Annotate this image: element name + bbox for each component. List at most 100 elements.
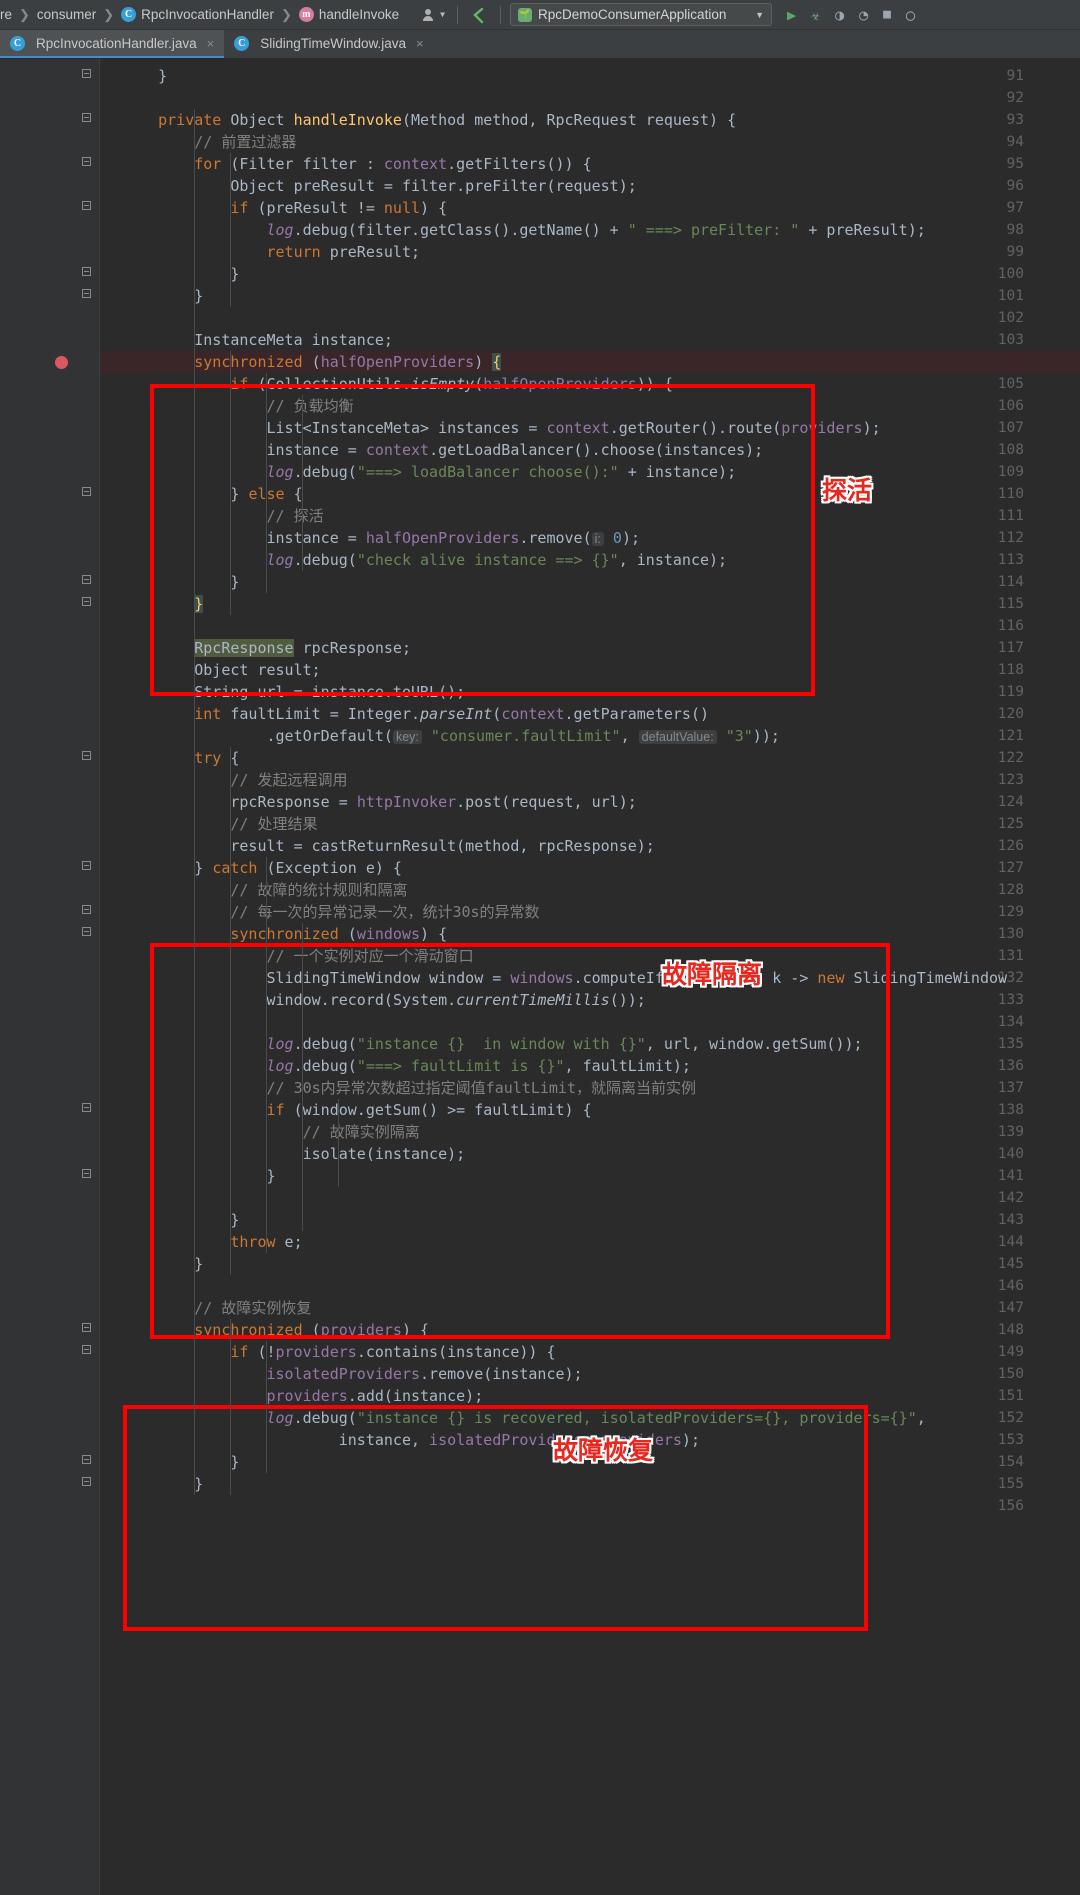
code-line[interactable] <box>100 307 1080 329</box>
fold-toggle-icon[interactable] <box>80 747 92 769</box>
code-line[interactable]: // 处理结果 <box>100 813 1080 835</box>
code-line[interactable]: } <box>100 1253 1080 1275</box>
run-button[interactable]: ▶ <box>784 4 799 26</box>
run-coverage-button[interactable]: ◑ <box>832 4 847 26</box>
close-icon[interactable]: × <box>416 36 424 51</box>
code-line[interactable]: isolatedProviders.remove(instance); <box>100 1363 1080 1385</box>
code-line[interactable]: } <box>100 263 1080 285</box>
code-line[interactable]: Object result; <box>100 659 1080 681</box>
code-line[interactable]: String url = instance.toURL(); <box>100 681 1080 703</box>
code-line[interactable] <box>100 615 1080 637</box>
fold-toggle-icon[interactable] <box>80 1473 92 1495</box>
code-line[interactable]: for (Filter filter : context.getFilters(… <box>100 153 1080 175</box>
code-line[interactable]: // 前置过滤器 <box>100 131 1080 153</box>
fold-toggle-icon[interactable] <box>80 901 92 923</box>
code-line[interactable]: isolate(instance); <box>100 1143 1080 1165</box>
fold-toggle-icon[interactable] <box>80 197 92 219</box>
code-line[interactable]: log.debug("instance {} is recovered, iso… <box>100 1407 1080 1429</box>
code-line[interactable]: // 探活 <box>100 505 1080 527</box>
code-text-area[interactable]: } private Object handleInvoke(Method met… <box>100 59 1080 1895</box>
run-configuration-selector[interactable]: 🌱 RpcDemoConsumerApplication ▼ <box>510 3 772 26</box>
fold-toggle-icon[interactable] <box>80 571 92 593</box>
code-line[interactable]: log.debug(filter.getClass().getName() + … <box>100 219 1080 241</box>
breadcrumb-item-class[interactable]: RpcInvocationHandler <box>141 7 274 22</box>
code-line[interactable]: log.debug("instance {} in window with {}… <box>100 1033 1080 1055</box>
code-line[interactable]: synchronized (providers) { <box>100 1319 1080 1341</box>
code-line[interactable]: if (preResult != null) { <box>100 197 1080 219</box>
code-line[interactable]: List<InstanceMeta> instances = context.g… <box>100 417 1080 439</box>
code-line[interactable]: window.record(System.currentTimeMillis()… <box>100 989 1080 1011</box>
code-line[interactable]: } <box>100 1209 1080 1231</box>
fold-toggle-icon[interactable] <box>80 285 92 307</box>
code-line[interactable]: synchronized (halfOpenProviders) { <box>100 351 1080 373</box>
code-line[interactable]: private Object handleInvoke(Method metho… <box>100 109 1080 131</box>
user-profiler-icon[interactable]: ▼ <box>419 4 448 26</box>
code-line[interactable]: RpcResponse rpcResponse; <box>100 637 1080 659</box>
code-line[interactable]: } <box>100 285 1080 307</box>
breakpoint-marker[interactable] <box>55 356 68 369</box>
chevron-down-icon[interactable]: ▼ <box>755 10 764 20</box>
tab-slidingtimewindow[interactable]: C SlidingTimeWindow.java × <box>224 30 433 58</box>
fold-toggle-icon[interactable] <box>80 857 92 879</box>
code-line[interactable]: // 故障实例恢复 <box>100 1297 1080 1319</box>
fold-toggle-icon[interactable] <box>80 153 92 175</box>
code-line[interactable]: if (CollectionUtils.isEmpty(halfOpenProv… <box>100 373 1080 395</box>
code-line[interactable] <box>100 1187 1080 1209</box>
code-line[interactable]: InstanceMeta instance; <box>100 329 1080 351</box>
code-line[interactable]: throw e; <box>100 1231 1080 1253</box>
code-line[interactable]: if (!providers.contains(instance)) { <box>100 1341 1080 1363</box>
code-line[interactable]: } <box>100 593 1080 615</box>
code-line[interactable]: instance = halfOpenProviders.remove(i: 0… <box>100 527 1080 549</box>
code-line[interactable]: Object preResult = filter.preFilter(requ… <box>100 175 1080 197</box>
fold-toggle-icon[interactable] <box>80 65 92 87</box>
stop-button[interactable]: ■ <box>880 4 894 26</box>
code-line[interactable]: log.debug("===> faultLimit is {}", fault… <box>100 1055 1080 1077</box>
fold-toggle-icon[interactable] <box>80 1165 92 1187</box>
breadcrumb-item-consumer[interactable]: consumer <box>37 7 96 22</box>
code-line[interactable]: } catch (Exception e) { <box>100 857 1080 879</box>
debug-button[interactable]: ☣ <box>808 4 823 26</box>
code-line[interactable] <box>100 87 1080 109</box>
fold-toggle-icon[interactable] <box>80 1451 92 1473</box>
code-line[interactable]: // 故障的统计规则和隔离 <box>100 879 1080 901</box>
code-line[interactable]: // 一个实例对应一个滑动窗口 <box>100 945 1080 967</box>
back-arrow-icon[interactable] <box>467 4 491 26</box>
fold-toggle-icon[interactable] <box>80 923 92 945</box>
code-line[interactable]: // 每一次的异常记录一次，统计30s的异常数 <box>100 901 1080 923</box>
fold-toggle-icon[interactable] <box>80 1099 92 1121</box>
code-line[interactable]: return preResult; <box>100 241 1080 263</box>
close-icon[interactable]: × <box>207 36 215 51</box>
code-line[interactable]: // 负载均衡 <box>100 395 1080 417</box>
code-line[interactable]: rpcResponse = httpInvoker.post(request, … <box>100 791 1080 813</box>
editor-gutter[interactable] <box>0 59 100 1895</box>
fold-toggle-icon[interactable] <box>80 593 92 615</box>
code-line[interactable]: result = castReturnResult(method, rpcRes… <box>100 835 1080 857</box>
fold-toggle-icon[interactable] <box>80 483 92 505</box>
code-line[interactable]: } else { <box>100 483 1080 505</box>
code-line[interactable] <box>100 1495 1080 1517</box>
fold-toggle-icon[interactable] <box>80 1341 92 1363</box>
code-line[interactable]: // 故障实例隔离 <box>100 1121 1080 1143</box>
code-line[interactable]: } <box>100 571 1080 593</box>
code-line[interactable]: instance = context.getLoadBalancer().cho… <box>100 439 1080 461</box>
fold-toggle-icon[interactable] <box>80 263 92 285</box>
code-line[interactable]: int faultLimit = Integer.parseInt(contex… <box>100 703 1080 725</box>
code-line[interactable]: .getOrDefault(key: "consumer.faultLimit"… <box>100 725 1080 747</box>
fold-toggle-icon[interactable] <box>80 1319 92 1341</box>
code-line[interactable]: providers.add(instance); <box>100 1385 1080 1407</box>
code-line[interactable]: synchronized (windows) { <box>100 923 1080 945</box>
code-line[interactable]: // 发起远程调用 <box>100 769 1080 791</box>
code-line[interactable] <box>100 1011 1080 1033</box>
code-line[interactable]: } <box>100 1165 1080 1187</box>
code-line[interactable]: } <box>100 1473 1080 1495</box>
code-line[interactable] <box>100 1275 1080 1297</box>
code-line[interactable]: // 30s内异常次数超过指定阈值faultLimit，就隔离当前实例 <box>100 1077 1080 1099</box>
breadcrumb-item-method[interactable]: handleInvoke <box>319 7 399 22</box>
code-line[interactable]: log.debug("===> loadBalancer choose():" … <box>100 461 1080 483</box>
breadcrumb-item-root[interactable]: re <box>0 7 12 22</box>
code-editor[interactable]: 9192939495969798991001011021031041051061… <box>0 59 1080 1895</box>
more-options-button[interactable]: ◯ <box>903 4 918 26</box>
code-line[interactable]: SlidingTimeWindow window = windows.compu… <box>100 967 1080 989</box>
tab-rpcinvocationhandler[interactable]: C RpcInvocationHandler.java × <box>0 30 225 58</box>
profiler-button[interactable]: ◔ <box>856 4 871 26</box>
